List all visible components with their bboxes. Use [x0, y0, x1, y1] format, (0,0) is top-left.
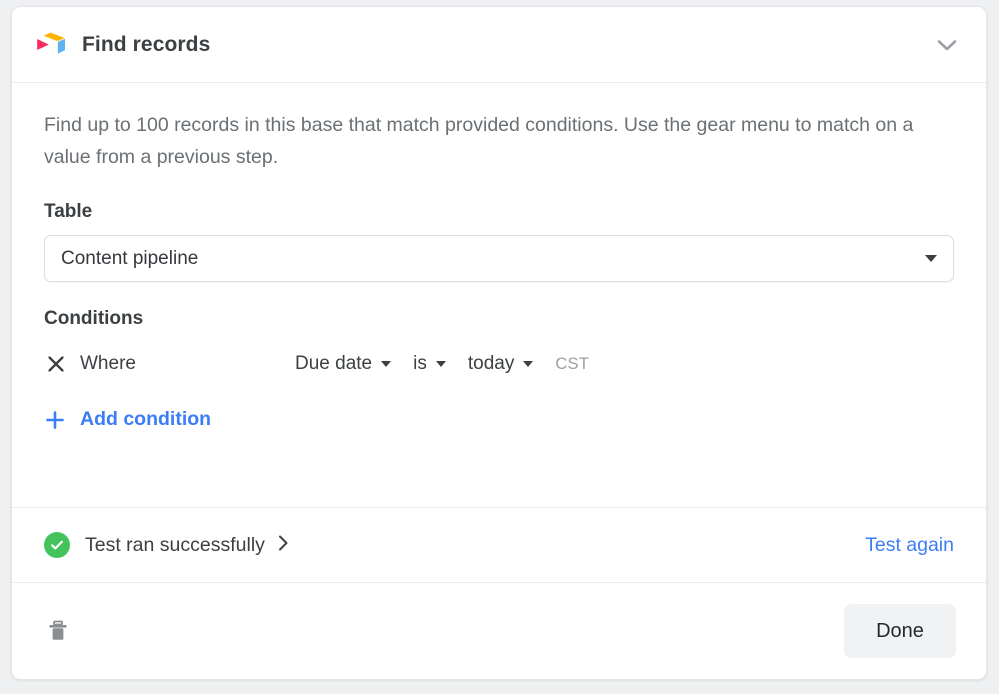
card-header: Find records: [12, 7, 986, 83]
table-select-value: Content pipeline: [61, 247, 199, 269]
find-records-card: Find records Find up to 100 records in t…: [11, 6, 987, 680]
caret-down-icon: [925, 255, 937, 262]
caret-down-icon: [435, 361, 446, 367]
chevron-right-icon: [277, 534, 289, 557]
card-footer: Done: [12, 582, 986, 679]
table-select[interactable]: Content pipeline: [44, 235, 954, 282]
conditions-label: Conditions: [44, 308, 144, 329]
page-title: Find records: [82, 32, 211, 56]
add-condition-button[interactable]: Add condition: [44, 408, 211, 431]
table-label: Table: [44, 201, 93, 222]
condition-field-select[interactable]: Due date: [295, 353, 392, 375]
caret-down-icon: [523, 361, 534, 367]
condition-where-label: Where: [80, 353, 136, 374]
airtable-logo-icon: [34, 28, 68, 62]
condition-operator-value: is: [413, 353, 427, 374]
close-x-icon[interactable]: [44, 352, 68, 376]
condition-field-value: Due date: [295, 353, 373, 374]
condition-operator-select[interactable]: is: [413, 353, 446, 375]
chevron-down-icon[interactable]: [930, 28, 964, 62]
condition-timezone: CST: [555, 354, 590, 373]
caret-down-icon: [381, 361, 392, 367]
condition-value-value: today: [467, 353, 515, 374]
add-condition-label: Add condition: [80, 408, 212, 430]
description-text: Find up to 100 records in this base that…: [44, 114, 914, 168]
test-result-row: Test ran successfully Test again: [12, 507, 986, 582]
condition-value-select[interactable]: today: [467, 353, 534, 375]
plus-icon: [44, 409, 66, 431]
check-circle-icon: [44, 532, 70, 558]
card-body: Find up to 100 records in this base that…: [12, 83, 986, 507]
test-status-toggle[interactable]: Test ran successfully: [85, 534, 865, 557]
status-badge: Test ran successfully: [85, 533, 265, 556]
trash-icon[interactable]: [42, 615, 74, 647]
condition-row: Where Due date is today CST: [44, 346, 954, 382]
done-button[interactable]: Done: [844, 604, 956, 658]
test-again-link[interactable]: Test again: [865, 534, 954, 557]
